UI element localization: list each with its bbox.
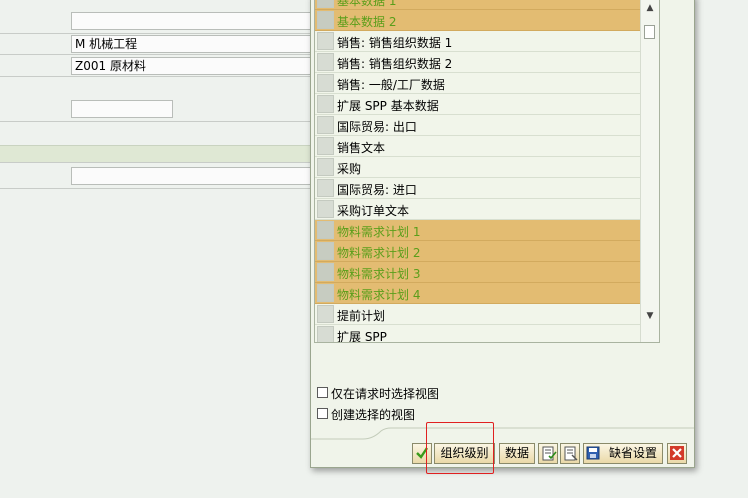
row-selector[interactable] xyxy=(317,242,334,260)
annotation-highlight xyxy=(426,422,494,474)
view-row[interactable]: 基本数据 1 xyxy=(315,0,640,10)
view-row-label: 销售: 销售组织数据 2 xyxy=(337,57,453,71)
view-row-label: 销售: 销售组织数据 1 xyxy=(337,36,453,50)
row-selector[interactable] xyxy=(317,221,334,239)
view-row[interactable]: 销售: 一般/工厂数据 xyxy=(315,73,640,94)
view-row[interactable]: 扩展 SPP xyxy=(315,325,640,343)
view-row-label: 物料需求计划 4 xyxy=(337,288,421,302)
view-row[interactable]: 物料需求计划 2 xyxy=(315,241,640,262)
view-row[interactable]: 物料需求计划 3 xyxy=(315,262,640,283)
material-type-field[interactable]: Z001 原材料 xyxy=(71,57,316,75)
view-row[interactable]: 采购 xyxy=(315,157,640,178)
view-list: 基本数据 1 基本数据 2 销售: 销售组织数据 1 销售: 销售组织数据 2 销售: … xyxy=(314,0,660,343)
background-field-middle[interactable] xyxy=(71,100,173,118)
select-all-icon xyxy=(542,446,557,461)
only-on-request-label: 仅在请求时选择视图 xyxy=(331,387,440,401)
view-row-label: 基本数据 2 xyxy=(337,15,397,29)
select-views-dialog: 基本数据 1 基本数据 2 销售: 销售组织数据 1 销售: 销售组织数据 2 销售: … xyxy=(310,0,695,468)
row-selector[interactable] xyxy=(317,74,334,92)
view-row-label: 国际贸易: 出口 xyxy=(337,120,417,134)
view-row[interactable]: 基本数据 2 xyxy=(315,10,640,31)
view-row[interactable]: 销售: 销售组织数据 1 xyxy=(315,31,640,52)
view-row-label: 物料需求计划 2 xyxy=(337,246,421,260)
select-all-button[interactable] xyxy=(538,443,558,464)
view-row-label: 采购订单文本 xyxy=(337,204,410,218)
background-field-bottom[interactable] xyxy=(71,167,316,185)
scroll-down-icon[interactable]: ▼ xyxy=(641,308,659,324)
view-row-label: 基本数据 1 xyxy=(337,0,397,8)
only-on-request-checkbox[interactable] xyxy=(317,387,328,398)
create-selected-checkbox[interactable] xyxy=(317,408,328,419)
row-selector[interactable] xyxy=(317,137,334,155)
view-row-label: 国际贸易: 进口 xyxy=(337,183,417,197)
row-selector[interactable] xyxy=(317,0,334,8)
cancel-button[interactable] xyxy=(667,443,687,464)
divider xyxy=(0,162,312,163)
view-row[interactable]: 国际贸易: 出口 xyxy=(315,115,640,136)
deselect-all-button[interactable] xyxy=(560,443,580,464)
row-selector[interactable] xyxy=(317,200,334,218)
scroll-up-icon[interactable]: ▲ xyxy=(641,0,659,16)
view-row[interactable]: 销售文本 xyxy=(315,136,640,157)
view-row-label: 销售: 一般/工厂数据 xyxy=(337,78,445,92)
background-field-top[interactable] xyxy=(71,12,316,30)
save-icon xyxy=(586,446,600,460)
view-row[interactable]: 采购订单文本 xyxy=(315,199,640,220)
footer-divider xyxy=(311,427,694,440)
create-selected-label: 创建选择的视图 xyxy=(331,408,416,422)
row-selector[interactable] xyxy=(317,11,334,29)
view-row[interactable]: 物料需求计划 4 xyxy=(315,283,640,304)
divider xyxy=(0,76,312,77)
divider xyxy=(0,33,312,34)
default-settings-label: 缺省设置 xyxy=(608,446,657,460)
row-selector[interactable] xyxy=(317,53,334,71)
row-selector[interactable] xyxy=(317,116,334,134)
view-row-label: 扩展 SPP xyxy=(337,330,387,343)
row-selector[interactable] xyxy=(317,179,334,197)
row-selector[interactable] xyxy=(317,326,334,342)
row-selector[interactable] xyxy=(317,95,334,113)
view-row-label: 提前计划 xyxy=(337,309,386,323)
row-selector[interactable] xyxy=(317,284,334,302)
view-list-scrollbar[interactable]: ▲ ▼ xyxy=(640,0,659,342)
data-button[interactable]: 数据 xyxy=(499,443,535,464)
row-selector[interactable] xyxy=(317,305,334,323)
divider xyxy=(0,121,312,122)
view-row[interactable]: 提前计划 xyxy=(315,304,640,325)
section-band xyxy=(0,145,312,163)
view-row-label: 物料需求计划 3 xyxy=(337,267,421,281)
industry-sector-field[interactable]: M 机械工程 xyxy=(71,35,316,53)
divider xyxy=(0,54,312,55)
row-selector[interactable] xyxy=(317,263,334,281)
view-row[interactable]: 物料需求计划 1 xyxy=(315,220,640,241)
row-selector[interactable] xyxy=(317,158,334,176)
deselect-all-icon xyxy=(564,446,578,461)
view-row[interactable]: 国际贸易: 进口 xyxy=(315,178,640,199)
divider xyxy=(0,188,312,189)
view-row-label: 扩展 SPP 基本数据 xyxy=(337,99,439,113)
cancel-icon xyxy=(670,446,684,460)
view-row-label: 销售文本 xyxy=(337,141,386,155)
view-row-label: 物料需求计划 1 xyxy=(337,225,421,239)
row-selector[interactable] xyxy=(317,32,334,50)
default-settings-button[interactable]: 缺省设置 xyxy=(583,443,663,464)
view-row[interactable]: 扩展 SPP 基本数据 xyxy=(315,94,640,115)
view-row[interactable]: 销售: 销售组织数据 2 xyxy=(315,52,640,73)
scroll-thumb[interactable] xyxy=(644,25,655,39)
view-row-label: 采购 xyxy=(337,162,362,176)
